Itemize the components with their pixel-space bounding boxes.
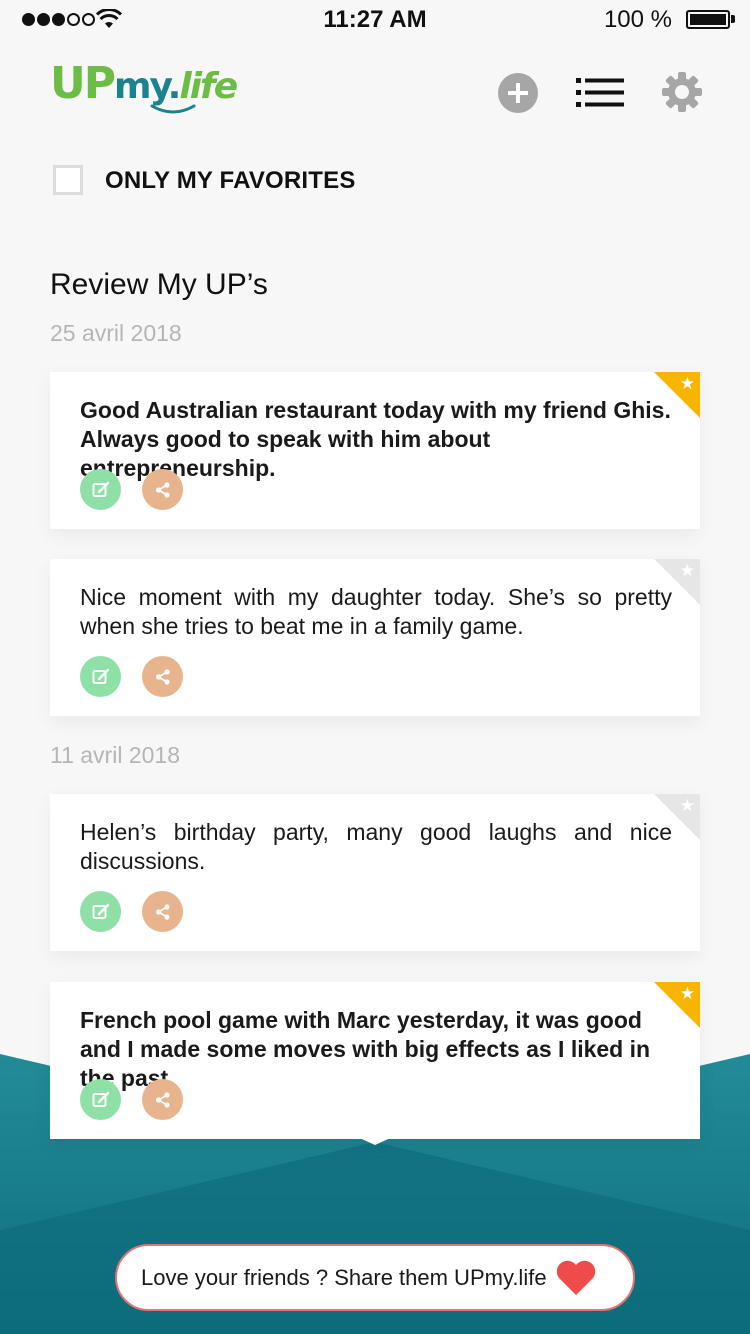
entry-card: Good Australian restaurant today with my… — [50, 372, 700, 529]
favorites-label[interactable]: ONLY MY FAVORITES — [105, 167, 356, 195]
heart-icon — [556, 1260, 595, 1295]
star-icon[interactable]: ★ — [680, 985, 695, 1002]
share-app-label: Love your friends ? Share them UPmy.life — [141, 1264, 547, 1290]
star-icon[interactable]: ★ — [680, 797, 695, 814]
share-icon — [155, 903, 170, 920]
edit-icon — [92, 481, 109, 497]
entry-card: Helen’s birthday party, many good laughs… — [50, 794, 700, 951]
card-notch — [355, 1136, 395, 1145]
share-icon — [155, 668, 170, 685]
page-title: Review My UP’s — [50, 268, 268, 301]
date-header: 11 avril 2018 — [50, 742, 180, 768]
share-icon — [155, 481, 170, 498]
entry-card: French pool game with Marc yesterday, it… — [50, 982, 700, 1139]
share-button[interactable] — [142, 656, 183, 697]
add-button[interactable] — [498, 73, 538, 113]
share-app-button[interactable]: Love your friends ? Share them UPmy.life — [115, 1244, 635, 1311]
edit-button[interactable] — [80, 1079, 121, 1120]
app-logo: UPmy.life — [50, 58, 238, 109]
share-button[interactable] — [142, 1079, 183, 1120]
edit-icon — [92, 668, 109, 684]
battery-percent: 100 % — [603, 6, 672, 33]
share-icon — [155, 1091, 170, 1108]
edit-icon — [92, 1091, 109, 1107]
edit-button[interactable] — [80, 891, 121, 932]
edit-icon — [92, 903, 109, 919]
star-icon[interactable]: ★ — [680, 562, 695, 579]
logo-smile-icon — [150, 104, 196, 114]
list-icon[interactable] — [576, 78, 624, 108]
entry-text: Helen’s birthday party, many good laughs… — [80, 819, 672, 874]
share-button[interactable] — [142, 891, 183, 932]
status-bar: 11:27 AM 100 % — [0, 0, 750, 40]
entry-card: Nice moment with my daughter today. She’… — [50, 559, 700, 716]
favorites-checkbox[interactable] — [53, 165, 83, 195]
edit-button[interactable] — [80, 469, 121, 510]
gear-icon[interactable] — [660, 70, 704, 114]
battery-icon — [686, 10, 730, 29]
entry-text: Nice moment with my daughter today. She’… — [80, 584, 672, 639]
plus-icon — [508, 83, 528, 103]
star-icon[interactable]: ★ — [680, 375, 695, 392]
edit-button[interactable] — [80, 656, 121, 697]
date-header: 25 avril 2018 — [50, 320, 182, 346]
share-button[interactable] — [142, 469, 183, 510]
